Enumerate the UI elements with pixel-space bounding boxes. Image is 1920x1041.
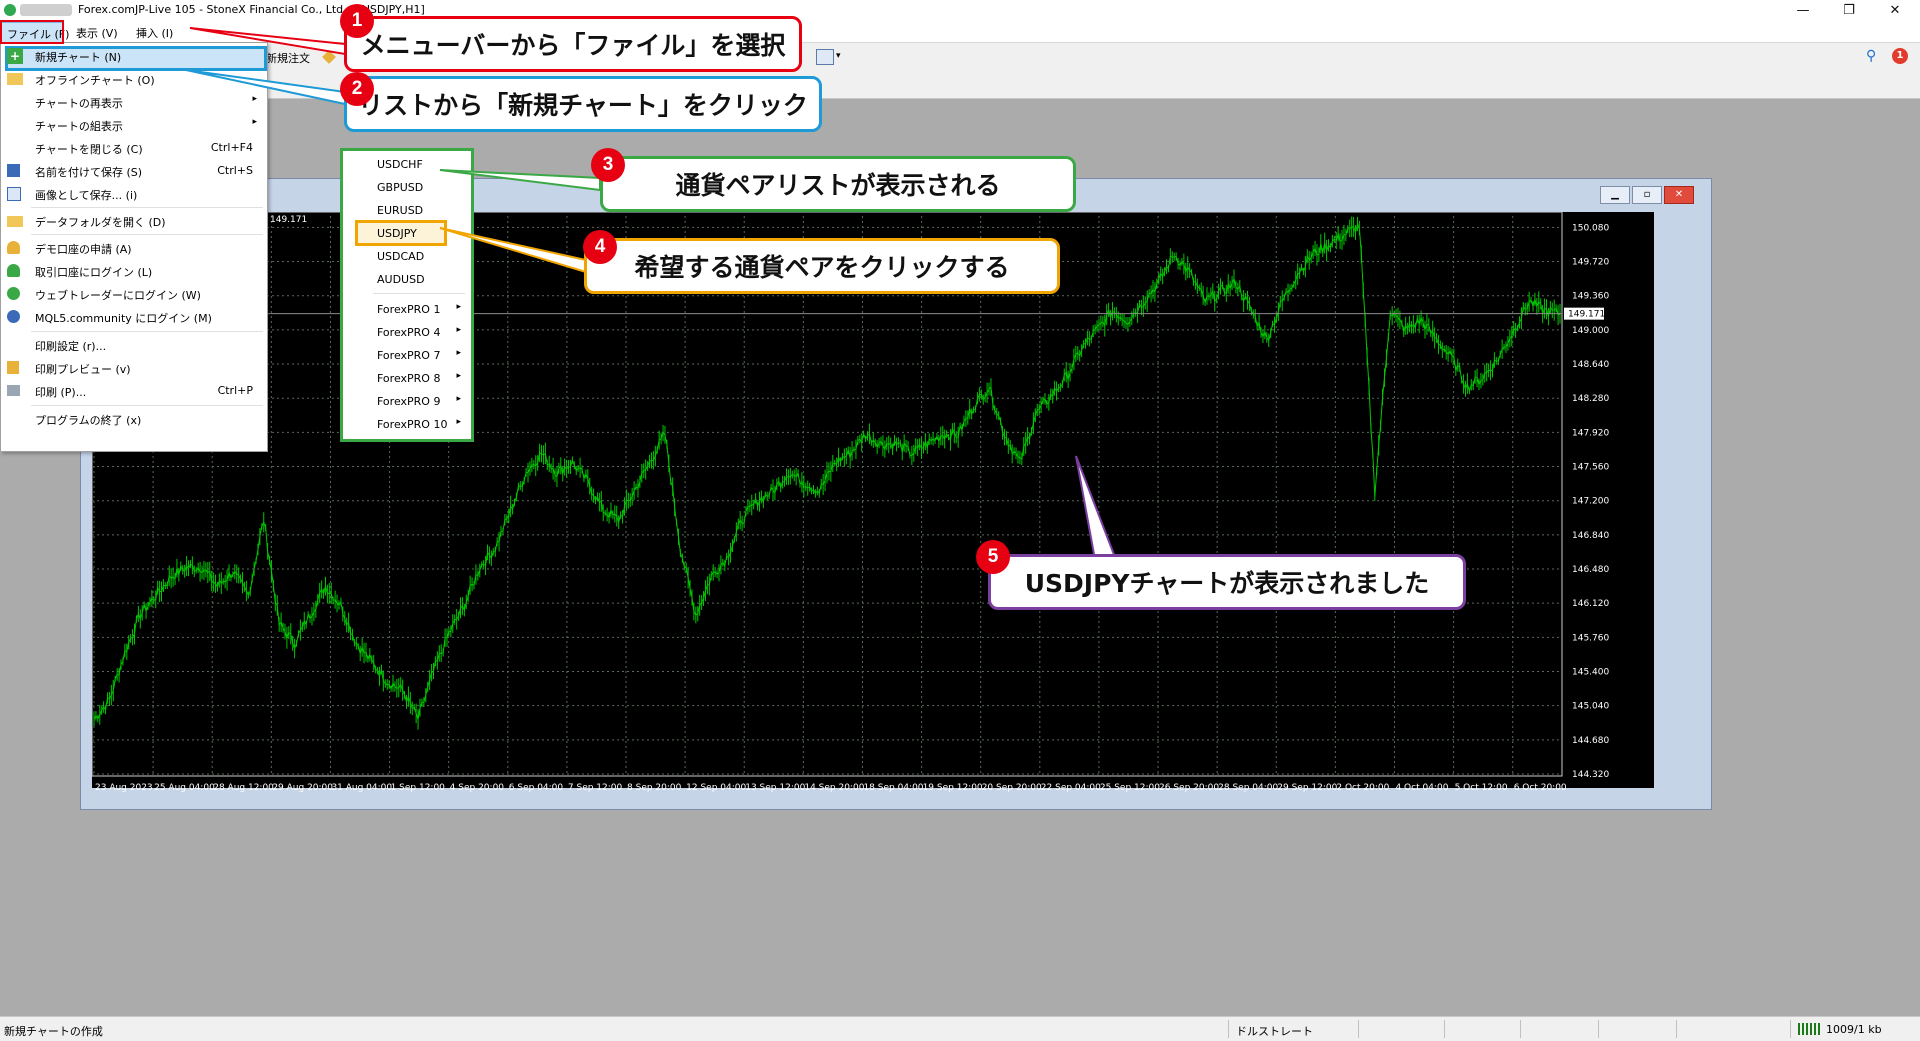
callout-4-pointer xyxy=(439,227,587,274)
status-separator xyxy=(1676,1020,1677,1038)
callout-3-text: 通貨ペアリストが表示される xyxy=(675,171,1001,200)
callout-5-text: USDJPYチャートが表示されました xyxy=(1024,569,1430,598)
callout-5-pointer xyxy=(1075,455,1120,566)
callout-1-badge: 1 xyxy=(340,4,374,38)
callout-2: リストから「新規チャート」をクリック xyxy=(344,76,822,132)
status-separator xyxy=(1598,1020,1599,1038)
status-separator xyxy=(1444,1020,1445,1038)
callout-3-badge: 3 xyxy=(591,148,625,182)
callout-5: USDJPYチャートが表示されました xyxy=(988,554,1466,610)
status-message: 新規チャートの作成 xyxy=(4,1025,103,1038)
callout-4-text: 希望する通貨ペアをクリックする xyxy=(634,253,1010,282)
callout-3: 通貨ペアリストが表示される xyxy=(600,156,1076,212)
status-traffic: 1009/1 kb xyxy=(1826,1023,1882,1036)
callout-1-pointer xyxy=(189,27,346,56)
callout-1: メニューバーから「ファイル」を選択 xyxy=(344,16,802,72)
callout-2-text: リストから「新規チャート」をクリック xyxy=(358,91,808,120)
callout-1-text: メニューバーから「ファイル」を選択 xyxy=(360,31,786,60)
status-profile: ドルストレート xyxy=(1236,1025,1313,1038)
callout-2-pointer xyxy=(185,69,346,106)
connection-bars-icon xyxy=(1798,1023,1822,1035)
status-separator xyxy=(1520,1020,1521,1038)
callout-2-badge: 2 xyxy=(340,72,374,106)
callout-5-badge: 5 xyxy=(976,540,1010,574)
status-separator xyxy=(1790,1020,1791,1038)
callout-4-badge: 4 xyxy=(583,230,617,264)
status-bar: 新規チャートの作成 ドルストレート 1009/1 kb xyxy=(0,1016,1920,1041)
callout-3-pointer xyxy=(439,169,601,192)
callout-4: 希望する通貨ペアをクリックする xyxy=(584,238,1060,294)
status-separator xyxy=(1358,1020,1359,1038)
status-separator xyxy=(1228,1020,1229,1038)
